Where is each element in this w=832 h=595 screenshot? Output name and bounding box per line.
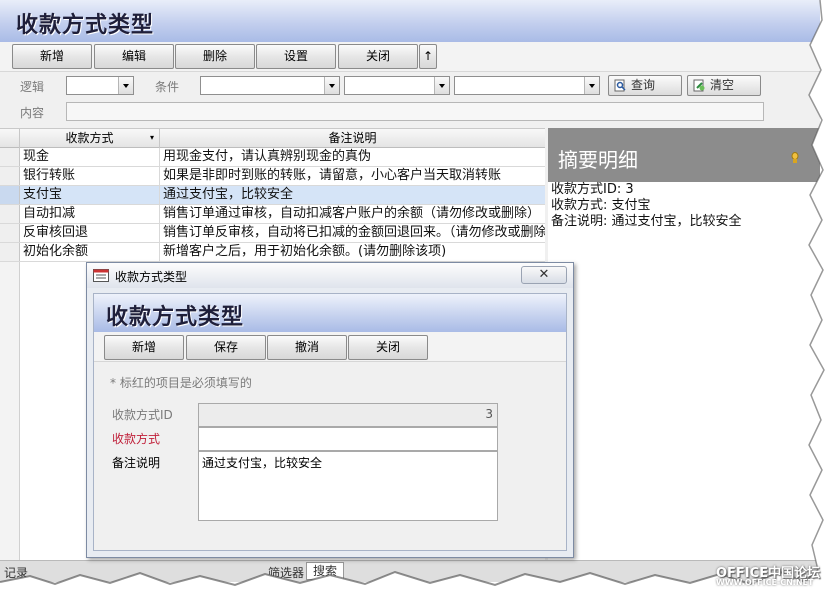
detail-line-note: 备注说明: 通过支付宝，比较安全	[551, 214, 742, 229]
operator-combo[interactable]	[344, 76, 450, 95]
clear-button[interactable]: 清空	[687, 75, 761, 96]
row-selector[interactable]	[0, 148, 20, 166]
id-label: 收款方式ID	[112, 408, 173, 422]
detail-line-method: 收款方式: 支付宝	[551, 198, 651, 213]
logic-label: 逻辑	[20, 80, 45, 94]
clear-icon	[693, 79, 705, 92]
required-note: * 标红的项目是必须填写的	[110, 376, 252, 390]
delete-button[interactable]: 删除	[175, 44, 255, 69]
status-bar: 记录 筛选器 搜索	[0, 560, 820, 582]
close-button[interactable]: 关闭	[338, 44, 418, 69]
cell-note[interactable]: 销售订单通过审核，自动扣减客户账户的余额（请勿修改或删除）	[160, 205, 545, 223]
dialog-title: 收款方式类型	[106, 305, 245, 330]
table-row[interactable]: 反审核回退 销售订单反审核，自动将已扣减的金额回退回来。（请勿修改或删除）	[0, 224, 545, 243]
dialog-caption: 收款方式类型	[115, 270, 188, 284]
dropdown-arrow-icon[interactable]	[324, 77, 339, 94]
table-row[interactable]: 银行转账 如果是非即时到账的转账，请留意，小心客户当天取消转账	[0, 167, 545, 186]
table-row[interactable]: 初始化余额 新增客户之后，用于初始化余额。(请勿删除该项)	[0, 243, 545, 262]
form-header: 收款方式类型	[0, 0, 820, 42]
magnifier-icon	[614, 79, 626, 92]
dialog-undo-button[interactable]: 撤消	[267, 335, 347, 360]
form-icon	[93, 269, 109, 282]
logic-combo[interactable]	[66, 76, 134, 95]
pin-icon[interactable]	[790, 152, 800, 164]
cell-method[interactable]: 初始化余额	[20, 243, 160, 261]
detail-body: 收款方式ID: 3 收款方式: 支付宝 备注说明: 通过支付宝，比较安全	[548, 182, 820, 582]
cell-method[interactable]: 支付宝	[20, 186, 160, 204]
select-all-corner[interactable]	[0, 129, 20, 148]
row-selector[interactable]	[0, 167, 20, 185]
table-row[interactable]: 支付宝 通过支付宝，比较安全	[0, 186, 545, 205]
sort-dropdown-icon[interactable]: ▾	[150, 129, 154, 147]
watermark-url: WWW.OFFICE-CN.NET	[716, 578, 814, 587]
detail-line-id: 收款方式ID: 3	[551, 182, 634, 197]
cell-method[interactable]: 反审核回退	[20, 224, 160, 242]
cell-note[interactable]: 用现金支付，请认真辨别现金的真伪	[160, 148, 545, 166]
content-row: 内容	[0, 100, 820, 124]
table-row[interactable]: 现金 用现金支付，请认真辨别现金的真伪	[0, 148, 545, 167]
clear-button-label: 清空	[710, 78, 735, 92]
dialog-save-button[interactable]: 保存	[186, 335, 266, 360]
column-header-method-label: 收款方式	[65, 131, 114, 145]
edit-button[interactable]: 编辑	[94, 44, 174, 69]
cell-method[interactable]: 现金	[20, 148, 160, 166]
dialog-close-form-button[interactable]: 关闭	[348, 335, 428, 360]
row-selector[interactable]	[0, 224, 20, 242]
detail-header: 摘要明细	[548, 128, 820, 182]
dropdown-arrow-icon[interactable]	[118, 77, 133, 94]
detail-title: 摘要明细	[558, 148, 638, 172]
dialog-new-button[interactable]: 新增	[104, 335, 184, 360]
content-label: 内容	[20, 106, 45, 120]
record-navigator-label: 记录	[4, 566, 29, 580]
row-selector[interactable]	[0, 186, 20, 204]
dialog-form: 收款方式类型 新增 保存 撤消 关闭 * 标红的项目是必须填写的 收款方式ID …	[93, 293, 567, 551]
cell-note[interactable]: 销售订单反审核，自动将已扣减的金额回退回来。（请勿修改或删除）	[160, 224, 545, 242]
cell-note[interactable]: 如果是非即时到账的转账，请留意，小心客户当天取消转账	[160, 167, 545, 185]
settings-button[interactable]: 设置	[256, 44, 336, 69]
dialog-caption-bar[interactable]: 收款方式类型 ✕	[87, 263, 573, 288]
up-arrow-button[interactable]: ↑	[419, 44, 437, 69]
cell-method[interactable]: 银行转账	[20, 167, 160, 185]
new-button[interactable]: 新增	[12, 44, 92, 69]
content-input[interactable]	[66, 102, 764, 121]
value-combo[interactable]	[454, 76, 600, 95]
table-row[interactable]: 自动扣减 销售订单通过审核，自动扣减客户账户的余额（请勿修改或删除）	[0, 205, 545, 224]
grid-header: 收款方式 ▾ 备注说明	[0, 129, 545, 148]
method-field[interactable]	[198, 427, 498, 451]
column-header-note[interactable]: 备注说明	[160, 129, 545, 148]
row-selector[interactable]	[0, 243, 20, 261]
edit-dialog: 收款方式类型 ✕ 收款方式类型 新增 保存 撤消 关闭 * 标红的项目是必须填写…	[86, 262, 574, 558]
main-toolbar: 新增 编辑 删除 设置 关闭 ↑	[0, 42, 820, 72]
form-title: 收款方式类型	[16, 13, 155, 38]
cell-note[interactable]: 通过支付宝，比较安全	[160, 186, 545, 204]
condition-label: 条件	[155, 80, 180, 94]
row-selector-empty	[0, 262, 20, 582]
dialog-close-button[interactable]: ✕	[521, 266, 567, 284]
dropdown-arrow-icon[interactable]	[584, 77, 599, 94]
column-header-method[interactable]: 收款方式 ▾	[20, 129, 160, 148]
query-button-label: 查询	[631, 78, 656, 92]
filter-row: 逻辑 条件 查询 清空	[0, 74, 820, 98]
cell-note[interactable]: 新增客户之后，用于初始化余额。(请勿删除该项)	[160, 243, 545, 261]
row-selector[interactable]	[0, 205, 20, 223]
cell-method[interactable]: 自动扣减	[20, 205, 160, 223]
dialog-header: 收款方式类型	[94, 294, 566, 332]
remark-label: 备注说明	[112, 456, 161, 470]
dropdown-arrow-icon[interactable]	[434, 77, 449, 94]
id-field: 3	[198, 403, 498, 427]
method-label-text: 收款方式	[112, 432, 161, 446]
filter-indicator[interactable]: 筛选器	[268, 564, 304, 581]
field-combo[interactable]	[200, 76, 340, 95]
search-box[interactable]: 搜索	[306, 562, 345, 580]
dialog-toolbar: 新增 保存 撤消 关闭	[94, 332, 566, 362]
remark-field[interactable]: 通过支付宝，比较安全	[198, 451, 498, 521]
query-button[interactable]: 查询	[608, 75, 682, 96]
method-label: 收款方式	[112, 430, 160, 447]
